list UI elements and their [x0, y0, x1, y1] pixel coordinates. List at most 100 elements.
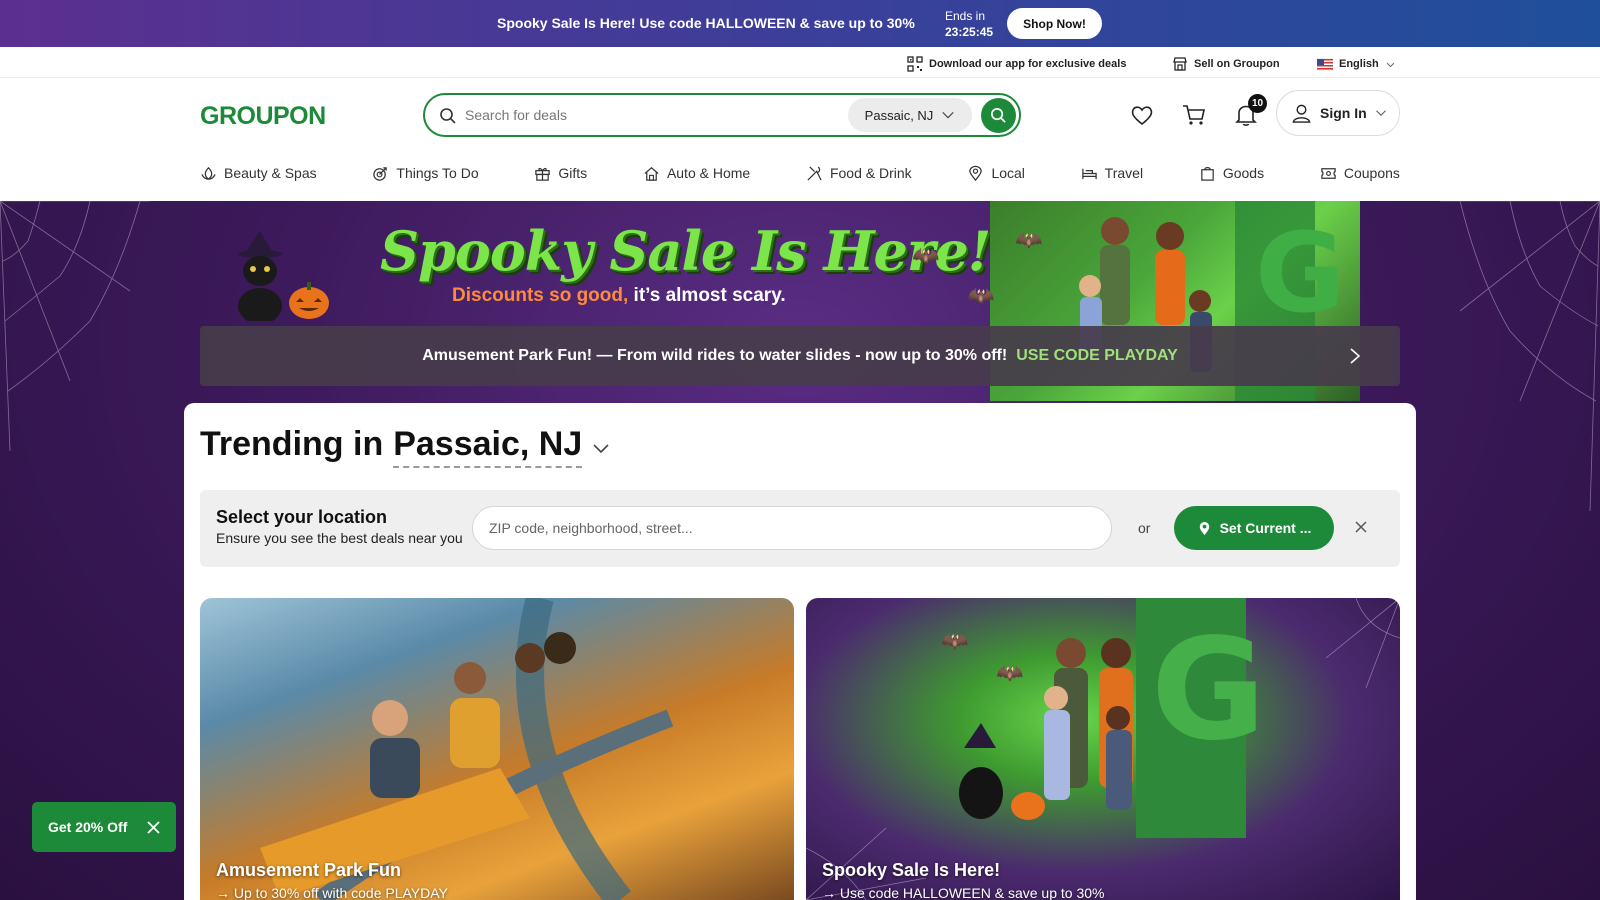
target-icon	[373, 166, 388, 181]
bat-icon: 🦇	[967, 283, 995, 308]
location-box-subtitle: Ensure you see the best deals near you	[216, 530, 463, 546]
sell-on-groupon-link[interactable]: Sell on Groupon	[1172, 56, 1280, 72]
nav-label: Goods	[1222, 165, 1265, 181]
card-subtitle: → Up to 30% off with code PLAYDAY	[216, 885, 448, 900]
hero-sub-highlight: Discounts so good,	[452, 285, 629, 306]
qr-code-icon	[907, 56, 923, 72]
trending-panel: Trending in Passaic, NJ Select your loca…	[184, 403, 1416, 900]
card-title: Spooky Sale Is Here!	[822, 860, 1001, 880]
cart-icon[interactable]	[1181, 102, 1207, 128]
promo-text: Spooky Sale Is Here! Use code HALLOWEEN …	[497, 15, 915, 31]
user-icon	[1292, 104, 1311, 123]
trending-heading: Trending in Passaic, NJ	[200, 425, 610, 468]
chevron-right-icon[interactable]	[1348, 346, 1362, 366]
nav-travel[interactable]: Travel	[1081, 160, 1143, 186]
playday-code: USE CODE PLAYDAY	[1016, 347, 1178, 364]
location-label: Passaic, NJ	[864, 107, 934, 123]
nav-label: Gifts	[558, 165, 588, 181]
nav-label: Local	[991, 165, 1025, 181]
zip-code-input[interactable]	[472, 506, 1112, 550]
bat-icon: 🦇	[1015, 227, 1043, 252]
groupon-logo[interactable]: GROUPON	[200, 102, 326, 131]
close-icon[interactable]	[1354, 520, 1368, 534]
deal-card-amusement-park[interactable]: Amusement Park Fun → Up to 30% off with …	[200, 598, 794, 900]
witch-cat-icon	[238, 231, 282, 321]
nav-auto-home[interactable]: Auto & Home	[643, 160, 750, 186]
bat-icon: 🦇	[912, 243, 940, 268]
nav-gifts[interactable]: Gifts	[534, 160, 587, 186]
search-icon	[440, 108, 456, 124]
set-current-label: Set Current ...	[1219, 520, 1312, 536]
spiderweb-icon	[0, 201, 150, 452]
us-flag-icon	[1317, 58, 1333, 71]
download-app-label: Download our app for exclusive deals	[929, 58, 1127, 70]
roller-coaster-image	[260, 598, 674, 900]
location-box-title: Select your location	[216, 507, 388, 527]
notification-badge: 10	[1248, 94, 1267, 113]
nav-coupons[interactable]: Coupons	[1320, 160, 1400, 186]
heart-icon[interactable]	[1129, 102, 1155, 128]
or-label: or	[1138, 520, 1151, 536]
bat-icon: 🦇	[996, 660, 1024, 685]
nav-beauty-spas[interactable]: Beauty & Spas	[200, 160, 317, 186]
search-bar: Passaic, NJ	[423, 93, 1021, 137]
card-title: Amusement Park Fun	[216, 860, 402, 880]
nav-things-to-do[interactable]: Things To Do	[372, 160, 479, 186]
ends-label: Ends in	[945, 9, 986, 23]
set-current-location-button[interactable]: Set Current ...	[1174, 506, 1334, 550]
search-submit-button[interactable]	[981, 98, 1016, 133]
hero-title: Spooky Sale Is Here!	[380, 219, 991, 283]
playday-text: Amusement Park Fun! — From wild rides to…	[422, 347, 1008, 364]
chevron-down-icon	[942, 111, 954, 119]
house-icon	[644, 166, 659, 181]
location-selector[interactable]: Passaic, NJ	[848, 98, 972, 132]
sign-in-label: Sign In	[1320, 105, 1367, 121]
ends-time: 23:25:45	[945, 25, 994, 39]
spiderweb-icon	[1440, 201, 1600, 512]
get-20-off-button[interactable]: Get 20% Off	[32, 802, 176, 852]
language-selector[interactable]: English	[1317, 56, 1396, 72]
pin-icon	[1199, 521, 1209, 535]
deal-card-spooky-sale[interactable]: G 🦇 🦇 Spooky Sale Is Here! → Use code HA…	[806, 598, 1400, 900]
nav-goods[interactable]: Goods	[1199, 160, 1264, 186]
nav-food-drink[interactable]: Food & Drink	[806, 160, 912, 186]
download-app-link[interactable]: Download our app for exclusive deals	[907, 56, 1126, 72]
nav-label: Beauty & Spas	[224, 165, 317, 181]
category-nav: Beauty & Spas Things To Do Gifts Auto & …	[200, 160, 1400, 186]
utility-row: Download our app for exclusive deals Sel…	[0, 47, 1600, 78]
chevron-down-icon	[1375, 110, 1386, 116]
gift-icon	[535, 167, 551, 181]
language-label: English	[1339, 58, 1379, 70]
chevron-down-icon	[1386, 62, 1395, 67]
nav-local[interactable]: Local	[967, 160, 1025, 186]
lotus-icon	[201, 166, 216, 180]
nav-label: Auto & Home	[666, 165, 751, 181]
svg-text:G: G	[1255, 209, 1345, 337]
close-icon[interactable]	[147, 821, 160, 834]
sell-label: Sell on Groupon	[1194, 58, 1280, 70]
nav-label: Things To Do	[396, 165, 479, 181]
nav-label: Coupons	[1343, 165, 1400, 181]
nav-label: Travel	[1104, 165, 1144, 181]
search-input[interactable]	[465, 103, 825, 127]
playday-promo-strip[interactable]: Amusement Park Fun! — From wild rides to…	[200, 326, 1400, 386]
card-subtitle: → Use code HALLOWEEN & save up to 30%	[822, 885, 1105, 900]
pumpkin-icon	[289, 282, 329, 319]
trending-city[interactable]: Passaic, NJ	[393, 425, 583, 468]
pin-icon	[969, 165, 983, 181]
svg-text:G: G	[1151, 609, 1266, 772]
header: GROUPON Passaic, NJ 10 Sign In Beauty & …	[0, 78, 1600, 201]
bag-icon	[1201, 166, 1214, 181]
hero-subtitle: Discounts so good, it’s almost scary.	[452, 285, 786, 307]
get-20-off-label: Get 20% Off	[48, 819, 128, 835]
bat-icon: 🦇	[941, 628, 969, 653]
chevron-down-icon[interactable]	[592, 443, 610, 455]
utensils-icon	[807, 165, 822, 181]
shop-now-button[interactable]: Shop Now!	[1007, 8, 1102, 39]
nav-label: Food & Drink	[829, 165, 912, 181]
promo-countdown: Ends in 23:25:45	[945, 8, 993, 40]
coupon-icon	[1321, 167, 1336, 179]
search-icon	[991, 108, 1006, 123]
storefront-icon	[1173, 57, 1187, 71]
sign-in-button[interactable]: Sign In	[1276, 90, 1400, 136]
